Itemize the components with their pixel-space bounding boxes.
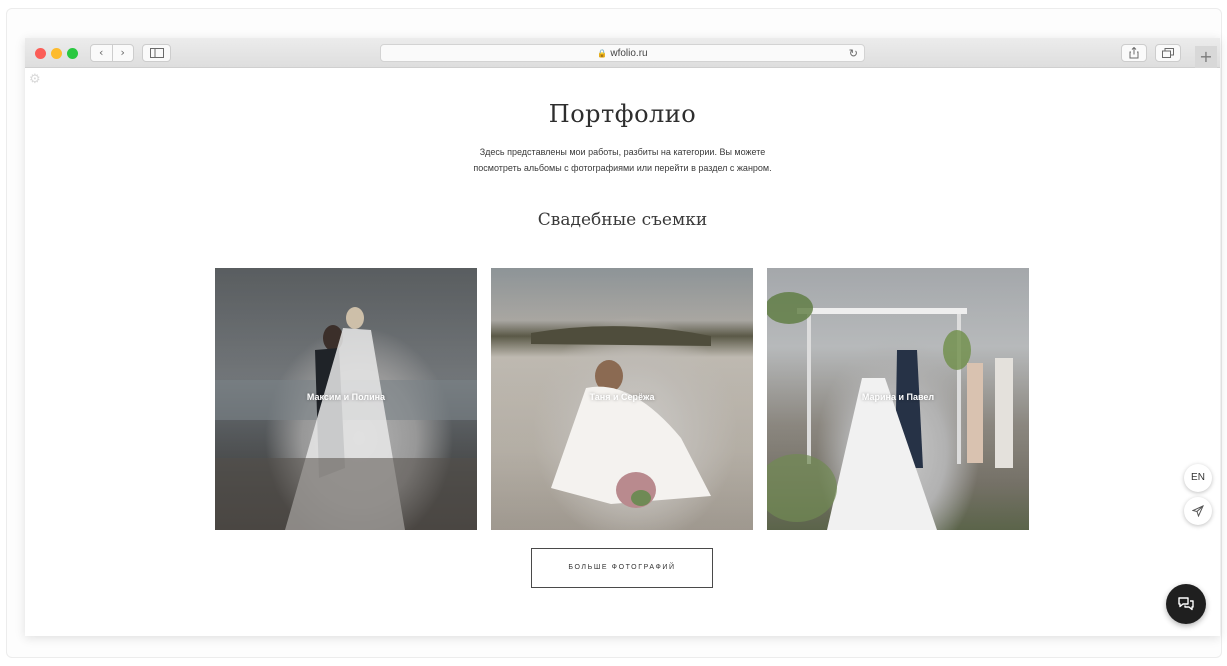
maximize-window-button[interactable] [67,48,78,59]
paper-plane-icon [1191,505,1204,518]
address-url: wfolio.ru [610,48,648,59]
share-icon [1129,47,1139,59]
forward-button[interactable]: › [113,45,134,61]
page-description: Здесь представлены мои работы, разбиты н… [25,144,1220,176]
browser-toolbar: ‹ › 🔒 wfolio.ru ↻ + [25,38,1220,68]
share-button[interactable] [1121,44,1147,62]
more-photos-button[interactable]: БОЛЬШЕ ФОТОГРАФИЙ [531,548,713,588]
close-window-button[interactable] [35,48,46,59]
album-label: Таня и Серёжа [589,392,655,402]
chat-bubbles-icon [1178,597,1194,611]
minimize-window-button[interactable] [51,48,62,59]
album-card[interactable]: Максим и Полина [215,268,477,530]
back-button[interactable]: ‹ [91,45,113,61]
chat-button[interactable] [1166,584,1206,624]
sidebar-icon [149,48,164,58]
page-description-line: посмотреть альбомы с фотографиями или пе… [473,163,772,173]
sidebar-toggle-button[interactable] [142,44,171,62]
gear-icon[interactable]: ⚙ [29,72,41,87]
browser-window: ‹ › 🔒 wfolio.ru ↻ + ⚙ Портфолио Здесь пр… [25,38,1220,636]
new-tab-button[interactable]: + [1195,46,1217,68]
address-bar[interactable]: 🔒 wfolio.ru ↻ [380,44,865,62]
page-description-line: Здесь представлены мои работы, разбиты н… [479,147,766,157]
language-switch-button[interactable]: EN [1184,464,1212,492]
lock-icon: 🔒 [597,49,608,58]
tabs-icon [1162,48,1174,58]
share-widget-button[interactable] [1184,497,1212,525]
album-label: Марина и Павел [861,392,935,402]
page-title: Портфолио [548,100,697,128]
album-card[interactable]: Таня и Серёжа [491,268,753,530]
tab-overview-button[interactable] [1155,44,1181,62]
nav-buttons: ‹ › [90,44,134,62]
album-card[interactable]: Марина и Павел [767,268,1029,530]
reload-icon[interactable]: ↻ [849,45,858,62]
section-title: Свадебные съемки [537,210,708,230]
album-label: Максим и Полина [306,392,386,402]
